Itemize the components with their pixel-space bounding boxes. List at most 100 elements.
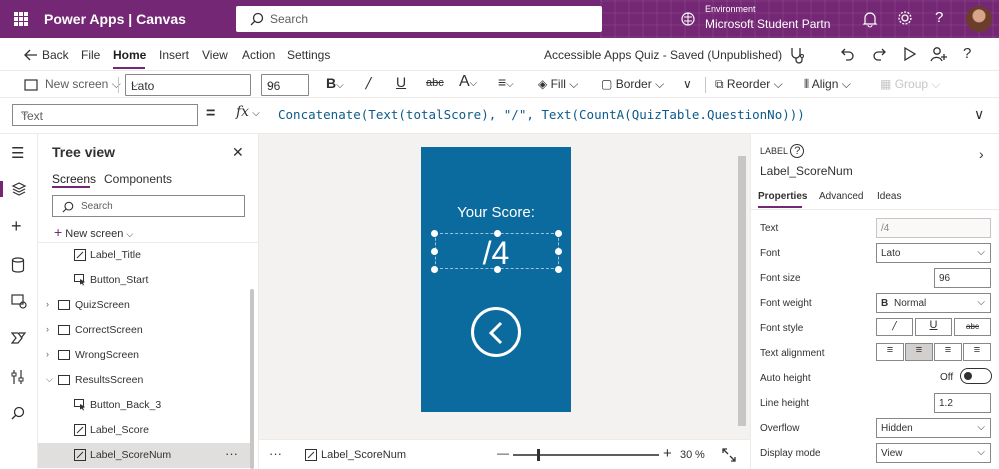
border-button[interactable]: ▢ Border ⌵ <box>601 77 664 92</box>
app-launcher-icon[interactable] <box>14 12 28 26</box>
chevron-down-icon[interactable]: ⌵ <box>46 374 53 385</box>
more-options-icon[interactable]: ··· <box>269 446 282 461</box>
expand-formula-chevron-icon[interactable]: ∨ <box>974 106 984 123</box>
strikethrough-style-button[interactable]: abc <box>954 318 991 336</box>
gear-icon[interactable] <box>897 10 913 26</box>
align-left-icon[interactable]: ≡ <box>876 343 904 361</box>
app-checker-icon[interactable] <box>788 46 806 64</box>
tree-item-resultsscreen[interactable]: ⌵ ResultsScreen <box>38 368 252 393</box>
italic-style-button[interactable]: / <box>876 318 913 336</box>
tree-item-label-title[interactable]: Label_Title <box>38 243 252 268</box>
align-justify-icon[interactable]: ≡ <box>963 343 991 361</box>
canvas-scrollbar[interactable] <box>736 140 746 435</box>
user-avatar[interactable] <box>966 6 992 32</box>
tree-item-correctscreen[interactable]: › CorrectScreen <box>38 318 252 343</box>
play-preview-icon[interactable] <box>903 46 917 62</box>
zoom-slider[interactable] <box>513 449 659 461</box>
zoom-slider-knob[interactable] <box>537 449 540 461</box>
tree-item-button-back-3[interactable]: Button_Back_3 <box>38 393 252 418</box>
resize-handle[interactable] <box>431 266 438 273</box>
font-color-button[interactable]: A⌵ <box>459 73 477 91</box>
line-height-property-input[interactable]: 1.2 <box>934 393 991 413</box>
layers-tree-view-icon[interactable] <box>11 181 27 197</box>
underline-button[interactable]: U <box>396 74 406 90</box>
results-screen-preview[interactable]: Your Score: /4 <box>421 147 571 412</box>
search-icon[interactable] <box>11 406 25 420</box>
display-mode-property-dropdown[interactable]: View ⌵ <box>876 443 991 463</box>
menu-settings[interactable]: Settings <box>287 48 330 62</box>
overflow-property-dropdown[interactable]: Hidden ⌵ <box>876 418 991 438</box>
help-icon[interactable]: ? <box>790 144 805 158</box>
font-size-dropdown[interactable]: 96 ⌵ <box>261 74 309 96</box>
undo-icon[interactable] <box>840 46 856 62</box>
resize-handle[interactable] <box>555 248 562 255</box>
tab-components[interactable]: Components <box>104 172 172 186</box>
back-button[interactable]: Back <box>42 48 69 62</box>
text-property-input[interactable]: /4 <box>876 218 991 238</box>
global-search-input[interactable]: Search <box>236 6 602 32</box>
hamburger-menu-icon[interactable]: ☰ <box>11 144 24 162</box>
environment-picker[interactable]: Microsoft Student Partn <box>705 17 830 31</box>
reorder-button[interactable]: ⧉ Reorder ⌵ <box>715 77 783 92</box>
resize-handle[interactable] <box>555 230 562 237</box>
formula-input[interactable]: Concatenate(Text(totalScore), "/", Text(… <box>278 107 805 122</box>
new-screen-button[interactable]: New screen ⌵ <box>45 77 121 92</box>
media-icon[interactable] <box>11 293 27 309</box>
tab-properties[interactable]: Properties <box>758 191 807 202</box>
more-options-icon[interactable]: ··· <box>225 446 238 461</box>
share-user-icon[interactable] <box>930 46 948 62</box>
chevron-right-icon[interactable]: › <box>46 349 49 359</box>
chevron-right-icon[interactable]: › <box>46 324 49 334</box>
data-cylinder-icon[interactable] <box>11 257 25 273</box>
menu-home[interactable]: Home <box>113 48 146 62</box>
resize-handle[interactable] <box>431 230 438 237</box>
tree-item-button-start[interactable]: Button_Start <box>38 268 252 293</box>
fx-button[interactable]: fx ⌵ <box>236 104 260 120</box>
resize-handle[interactable] <box>494 230 501 237</box>
advanced-tools-icon[interactable] <box>11 369 25 385</box>
back-arrow-icon[interactable] <box>24 49 38 61</box>
strikethrough-button[interactable]: abc <box>426 77 444 89</box>
font-dropdown[interactable]: Lato ⌵ <box>125 74 251 96</box>
align-center-icon[interactable]: ≡ <box>905 343 933 361</box>
tree-item-wrongscreen[interactable]: › WrongScreen <box>38 343 252 368</box>
selected-control-breadcrumb[interactable]: Label_ScoreNum <box>321 449 406 461</box>
chevron-right-icon[interactable]: › <box>979 146 984 162</box>
help-icon[interactable]: ? <box>935 9 943 26</box>
zoom-out-button[interactable]: — <box>497 446 509 460</box>
property-dropdown[interactable]: Text ⌵ <box>12 104 198 126</box>
help-icon[interactable]: ? <box>963 45 971 62</box>
tree-item-label-scorenum[interactable]: Label_ScoreNum ··· <box>38 443 252 468</box>
scrollbar-thumb[interactable] <box>738 156 746 426</box>
power-automate-icon[interactable] <box>11 331 27 345</box>
more-chevron-icon[interactable]: ∨ <box>683 77 692 91</box>
label-score[interactable]: Your Score: <box>421 204 571 221</box>
font-size-property-input[interactable]: 96 <box>934 268 991 288</box>
menu-file[interactable]: File <box>81 48 100 62</box>
auto-height-toggle[interactable] <box>960 368 992 384</box>
tree-scrollbar[interactable] <box>250 289 254 469</box>
resize-handle[interactable] <box>555 266 562 273</box>
tree-item-label-score[interactable]: Label_Score <box>38 418 252 443</box>
align-button[interactable]: ⫴ Align ⌵ <box>804 77 851 92</box>
close-icon[interactable]: ✕ <box>232 144 244 161</box>
menu-insert[interactable]: Insert <box>159 48 189 62</box>
fill-button[interactable]: ◈ Fill ⌵ <box>538 77 578 92</box>
tab-ideas[interactable]: Ideas <box>877 191 901 202</box>
align-right-icon[interactable]: ≡ <box>934 343 962 361</box>
menu-action[interactable]: Action <box>242 48 275 62</box>
menu-view[interactable]: View <box>202 48 228 62</box>
tab-screens[interactable]: Screens <box>52 172 96 186</box>
resize-handle[interactable] <box>494 266 501 273</box>
bold-button[interactable]: B⌵ <box>326 75 344 91</box>
bell-icon[interactable] <box>862 10 878 28</box>
font-property-dropdown[interactable]: Lato ⌵ <box>876 243 991 263</box>
italic-button[interactable]: / <box>366 74 371 92</box>
tree-item-quizscreen[interactable]: › QuizScreen <box>38 293 252 318</box>
group-button[interactable]: ▦ Group ⌵ <box>880 77 941 92</box>
control-name[interactable]: Label_ScoreNum <box>760 164 853 178</box>
font-weight-property-dropdown[interactable]: B Normal ⌵ <box>876 293 991 313</box>
underline-style-button[interactable]: U <box>915 318 952 336</box>
tree-search-input[interactable]: Search <box>52 195 245 217</box>
insert-plus-icon[interactable]: + <box>11 216 22 237</box>
